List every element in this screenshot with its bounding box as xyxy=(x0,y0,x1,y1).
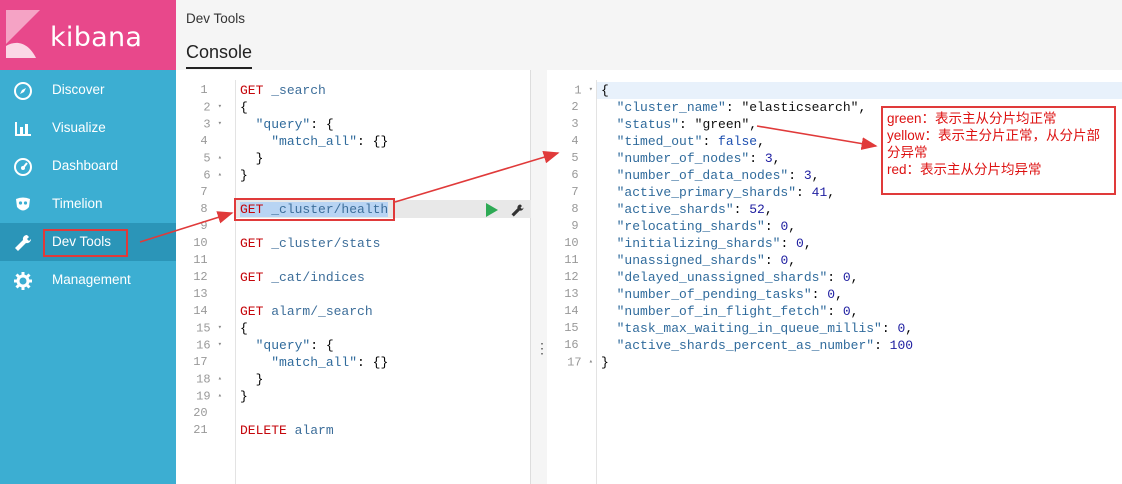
arrow-status-to-note xyxy=(756,125,878,150)
arrow-request-to-response xyxy=(394,151,560,203)
annotation-arrows xyxy=(139,125,878,243)
arrow-devtools-to-request xyxy=(139,211,234,243)
